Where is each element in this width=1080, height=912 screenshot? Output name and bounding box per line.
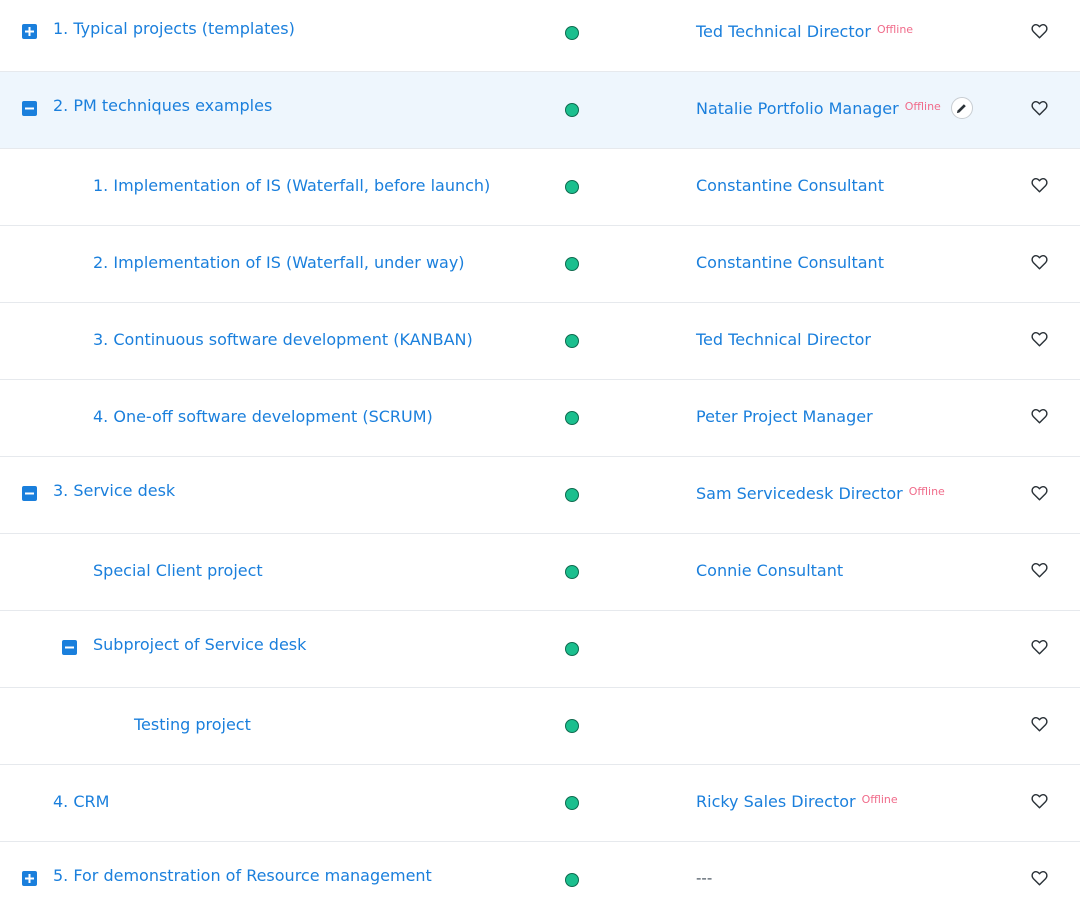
heart-outline-icon[interactable] (1031, 408, 1048, 424)
manager-cell: Constantine Consultant (696, 176, 884, 195)
status-dot-icon (565, 873, 579, 887)
heart-outline-icon[interactable] (1031, 639, 1048, 655)
status-dot-icon (565, 488, 579, 502)
project-row: 5. For demonstration of Resource managem… (0, 842, 1080, 912)
heart-outline-icon[interactable] (1031, 870, 1048, 886)
manager-cell: Ricky Sales Director Offline (696, 792, 898, 811)
collapse-minus-icon[interactable] (22, 101, 37, 116)
project-name-link[interactable]: 4. CRM (53, 792, 109, 811)
manager-cell: Sam Servicedesk Director Offline (696, 484, 945, 503)
project-row: 1. Implementation of IS (Waterfall, befo… (0, 149, 1080, 226)
manager-cell: Connie Consultant (696, 561, 843, 580)
status-dot-icon (565, 334, 579, 348)
pencil-icon (957, 103, 967, 113)
project-row: Special Client project Connie Consultant (0, 534, 1080, 611)
expand-plus-icon[interactable] (22, 24, 37, 39)
manager-link[interactable]: Connie Consultant (696, 561, 843, 580)
project-name-link[interactable]: 1. Typical projects (templates) (53, 19, 295, 38)
collapse-minus-icon[interactable] (62, 640, 77, 655)
heart-outline-icon[interactable] (1031, 254, 1048, 270)
status-dot-icon (565, 257, 579, 271)
status-dot-icon (565, 26, 579, 40)
manager-link[interactable]: Peter Project Manager (696, 407, 873, 426)
project-row: 3. Continuous software development (KANB… (0, 303, 1080, 380)
manager-cell: Ted Technical Director (696, 330, 871, 349)
project-name-link[interactable]: Testing project (134, 715, 251, 734)
offline-badge: Offline (876, 23, 914, 36)
project-row: 3. Service desk Sam Servicedesk Director… (0, 457, 1080, 534)
manager-link[interactable]: Sam Servicedesk Director (696, 484, 903, 503)
manager-link[interactable]: Ted Technical Director (696, 330, 871, 349)
manager-link[interactable]: Ted Technical Director (696, 22, 871, 41)
project-name-link[interactable]: 2. PM techniques examples (53, 96, 272, 115)
project-row: 1. Typical projects (templates) Ted Tech… (0, 0, 1080, 72)
heart-outline-icon[interactable] (1031, 23, 1048, 39)
project-row-selected: 2. PM techniques examples Natalie Portfo… (0, 72, 1080, 149)
manager-cell: Constantine Consultant (696, 253, 884, 272)
project-name-link[interactable]: 5. For demonstration of Resource managem… (53, 866, 432, 885)
project-name-link[interactable]: Subproject of Service desk (93, 635, 306, 654)
project-row: 2. Implementation of IS (Waterfall, unde… (0, 226, 1080, 303)
heart-outline-icon[interactable] (1031, 100, 1048, 116)
project-name-link[interactable]: 3. Service desk (53, 481, 175, 500)
manager-link[interactable]: Ricky Sales Director (696, 792, 856, 811)
status-dot-icon (565, 565, 579, 579)
status-dot-icon (565, 103, 579, 117)
status-dot-icon (565, 642, 579, 656)
project-row: Subproject of Service desk (0, 611, 1080, 688)
manager-cell: Natalie Portfolio Manager Offline (696, 97, 973, 119)
manager-link[interactable]: Constantine Consultant (696, 253, 884, 272)
project-row: Testing project (0, 688, 1080, 765)
manager-cell: --- (696, 869, 712, 887)
manager-link[interactable]: Constantine Consultant (696, 176, 884, 195)
manager-empty-placeholder: --- (696, 869, 713, 887)
expand-plus-icon[interactable] (22, 871, 37, 886)
heart-outline-icon[interactable] (1031, 331, 1048, 347)
status-dot-icon (565, 180, 579, 194)
status-dot-icon (565, 411, 579, 425)
heart-outline-icon[interactable] (1031, 716, 1048, 732)
heart-outline-icon[interactable] (1031, 177, 1048, 193)
heart-outline-icon[interactable] (1031, 485, 1048, 501)
manager-cell: Ted Technical Director Offline (696, 22, 913, 41)
heart-outline-icon[interactable] (1031, 793, 1048, 809)
project-row: 4. CRM Ricky Sales Director Offline (0, 765, 1080, 842)
project-name-link[interactable]: 2. Implementation of IS (Waterfall, unde… (93, 253, 465, 272)
edit-manager-button[interactable] (950, 97, 973, 119)
heart-outline-icon[interactable] (1031, 562, 1048, 578)
status-dot-icon (565, 719, 579, 733)
offline-badge: Offline (908, 485, 945, 498)
project-row: 4. One-off software development (SCRUM) … (0, 380, 1080, 457)
manager-link[interactable]: Natalie Portfolio Manager (696, 99, 899, 118)
project-name-link[interactable]: Special Client project (93, 561, 263, 580)
project-name-link[interactable]: 4. One-off software development (SCRUM) (93, 407, 433, 426)
project-name-link[interactable]: 1. Implementation of IS (Waterfall, befo… (93, 176, 490, 195)
collapse-minus-icon[interactable] (22, 486, 37, 501)
offline-badge: Offline (904, 99, 941, 113)
status-dot-icon (565, 796, 579, 810)
project-tree-table: 1. Typical projects (templates) Ted Tech… (0, 0, 1080, 912)
offline-badge: Offline (861, 793, 898, 806)
project-name-link[interactable]: 3. Continuous software development (KANB… (93, 330, 473, 349)
manager-cell: Peter Project Manager (696, 407, 873, 426)
